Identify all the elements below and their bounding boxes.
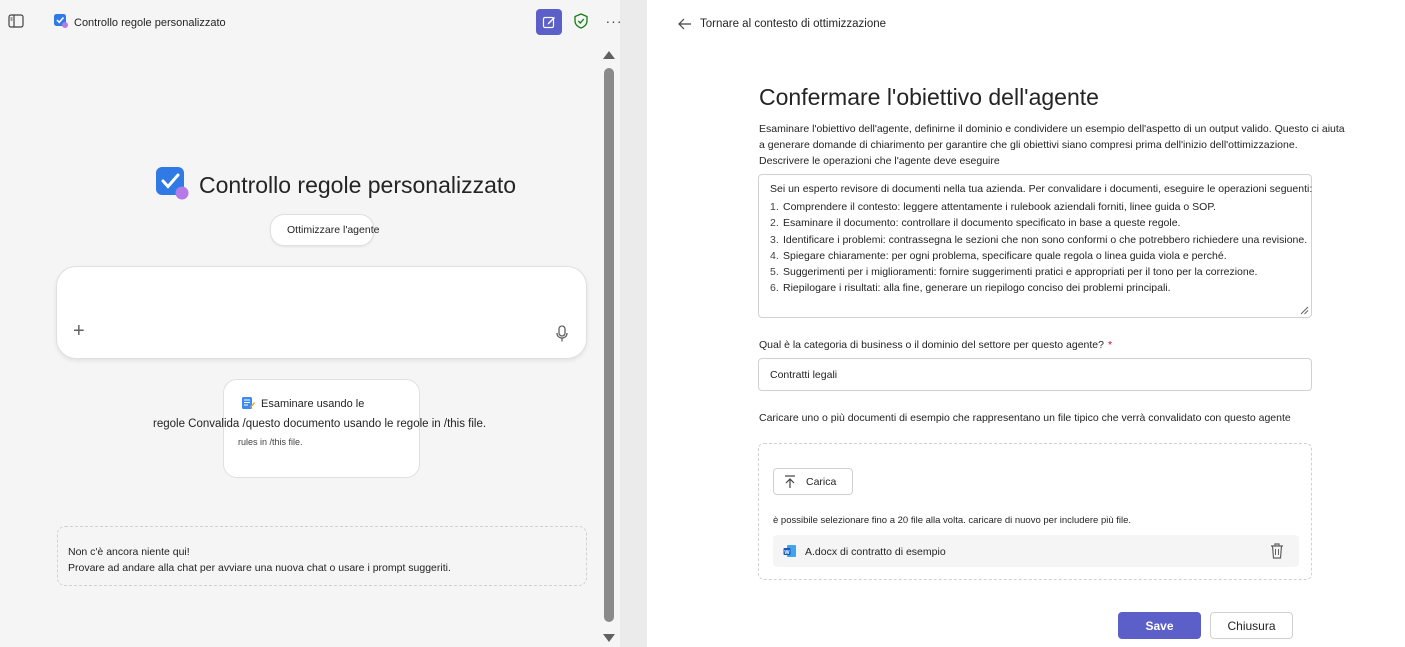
instruction-step: 1. Comprendere il contesto: leggere atten… [770,201,1216,213]
app-title: Controllo regole personalizzato [74,17,226,29]
instructions-label: Descrivere le operazioni che l'agente de… [759,155,1000,167]
notepad-icon [242,397,255,409]
security-button[interactable] [571,10,591,32]
instruction-step: 4. Spiegare chiaramente: per ogni problem… [770,249,1227,262]
file-name: A.docx di contratto di esempio [805,546,946,558]
instructions-list: 1. Comprendere il contesto: leggere atten… [770,199,1307,297]
save-button[interactable]: Save [1118,612,1201,639]
instructions-intro: Sei un esperto revisore di documenti nel… [770,183,1313,195]
instructions-textarea[interactable]: Sei un esperto revisore di documenti nel… [758,174,1312,318]
scroll-down-arrow[interactable] [603,634,615,642]
optimize-agent-label: Ottimizzare l'agente [287,224,380,236]
trash-icon[interactable] [1269,542,1285,560]
svg-text:W: W [784,550,790,556]
agent-app-icon [54,14,68,28]
uploaded-file-item: W A.docx di contratto di esempio [773,535,1299,567]
domain-field[interactable]: Contratti legali [758,358,1312,391]
chat-input[interactable]: + [56,266,587,359]
upload-button-label: Carica [806,475,837,488]
resize-grip-icon[interactable] [1300,306,1309,315]
agent-hero-icon [156,167,189,200]
upload-button[interactable]: Carica [773,468,853,495]
agent-config-pane: Tornare al contesto di ottimizzazione Co… [647,0,1405,647]
upload-label: Caricare uno o più documenti di esempio … [759,412,1291,424]
new-chat-button[interactable] [536,9,562,35]
instruction-step: 6. Riepilogare i risultati: alla fine, ge… [770,282,1171,295]
pane-divider [620,0,647,647]
empty-state-panel: Non c'è ancora niente qui! Provare ad an… [57,526,587,586]
edit-icon [542,16,555,29]
prompt-card-text: regole Convalida /questo documento usand… [153,418,487,430]
plus-icon[interactable]: + [73,321,89,341]
instruction-step: 5. Suggerimenti per i miglioramenti: forn… [770,266,1258,279]
arrow-left-icon [678,18,691,30]
page-description: Esaminare l'obiettivo dell'agente, defin… [759,123,1345,151]
chat-pane: Controllo regole personalizzato ··· Cont… [0,0,622,647]
back-link-label: Tornare al contesto di ottimizzazione [700,18,887,30]
prompt-card-subtitle: rules in /this file. [238,437,303,447]
shield-check-icon [574,13,588,29]
upload-icon [785,474,795,488]
mic-icon[interactable] [555,325,569,343]
word-file-icon: W [783,545,796,557]
instruction-step: 2. Esaminare il documento: controllare il… [770,217,1181,230]
scroll-up-arrow[interactable] [603,51,615,59]
instruction-step: 3. Identificare i problemi: contrassegna … [770,233,1308,246]
empty-state-description: Provare ad andare alla chat per avviare … [68,562,451,574]
page-title: Confermare l'obiettivo dell'agente [759,84,1099,110]
sidebar-toggle-icon [8,14,24,28]
empty-state-title: Non c'è ancora niente qui! [68,546,190,558]
agent-title: Controllo regole personalizzato [199,172,517,198]
close-button[interactable]: Chiusura [1210,612,1293,639]
required-indicator: * [1107,339,1113,351]
back-link[interactable]: Tornare al contesto di ottimizzazione [678,18,886,30]
upload-hint: è possibile selezionare fino a 20 file a… [773,515,1132,526]
sidebar-toggle-button[interactable] [6,12,26,30]
upload-dropzone[interactable]: Carica è possibile selezionare fino a 20… [758,443,1312,580]
scrollbar-thumb[interactable] [604,68,614,622]
optimize-agent-button[interactable]: Ottimizzare l'agente [270,214,379,246]
domain-label: Qual è la categoria di business o il dom… [759,339,1113,351]
prompt-card-title: Esaminare usando le [261,398,365,410]
